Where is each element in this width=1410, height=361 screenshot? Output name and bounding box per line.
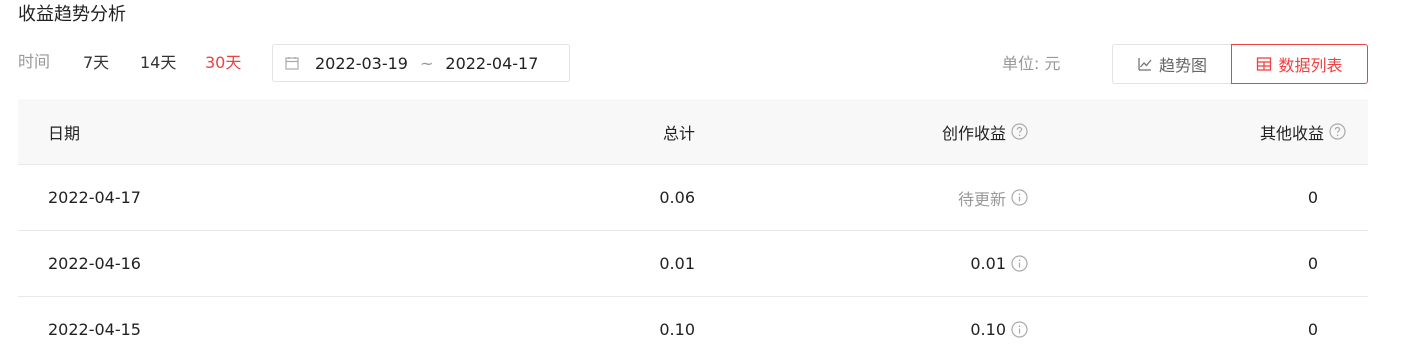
row-creation-value: 0.01 bbox=[970, 254, 1006, 273]
row-other: 0 bbox=[1307, 320, 1318, 339]
row-creation-value: 0.10 bbox=[970, 320, 1006, 339]
date-separator: ~ bbox=[419, 53, 434, 73]
row-other: 0 bbox=[1307, 188, 1318, 207]
row-creation-value: 待更新 bbox=[957, 189, 1006, 209]
row-total: 0.06 bbox=[659, 188, 695, 207]
range-30-days-button[interactable]: 30天 bbox=[205, 53, 241, 73]
unit-label: 单位: 元 bbox=[1002, 54, 1061, 73]
question-circle-icon[interactable] bbox=[1011, 123, 1028, 140]
row-creation: 待更新 bbox=[958, 165, 1028, 230]
row-total: 0.10 bbox=[659, 320, 695, 339]
table-row: 2022-04-16 0.01 0.01 0 bbox=[18, 231, 1368, 297]
view-toggle: 趋势图 数据列表 bbox=[1112, 44, 1368, 84]
row-date: 2022-04-16 bbox=[48, 254, 141, 273]
date-end: 2022-04-17 bbox=[445, 53, 539, 73]
row-other: 0 bbox=[1307, 254, 1318, 273]
data-list-label: 数据列表 bbox=[1278, 56, 1343, 75]
question-circle-icon[interactable] bbox=[1329, 123, 1346, 140]
time-filter-label: 时间 bbox=[18, 52, 51, 71]
trend-chart-button[interactable]: 趋势图 bbox=[1112, 44, 1231, 84]
row-total: 0.01 bbox=[659, 254, 695, 273]
info-circle-icon[interactable] bbox=[1011, 321, 1028, 338]
range-7-days-button[interactable]: 7天 bbox=[83, 53, 109, 73]
info-circle-icon[interactable] bbox=[1011, 189, 1028, 206]
table-row: 2022-04-15 0.10 0.10 0 bbox=[18, 297, 1368, 361]
column-header-creation-label: 创作收益 bbox=[941, 123, 1006, 143]
page-title: 收益趋势分析 bbox=[18, 4, 126, 25]
calendar-icon bbox=[285, 56, 299, 70]
row-date: 2022-04-17 bbox=[48, 188, 141, 207]
row-creation: 0.01 bbox=[970, 231, 1028, 296]
info-circle-icon[interactable] bbox=[1011, 255, 1028, 272]
column-header-other-label: 其他收益 bbox=[1259, 123, 1324, 143]
table-row: 2022-04-17 0.06 待更新 0 bbox=[18, 165, 1368, 231]
column-header-total: 总计 bbox=[662, 123, 695, 143]
row-date: 2022-04-15 bbox=[48, 320, 141, 339]
column-header-other: 其他收益 bbox=[1260, 99, 1346, 164]
date-range-picker[interactable]: 2022-03-19 ~ 2022-04-17 bbox=[272, 44, 570, 82]
revenue-table: 日期 总计 创作收益 其他收益 2022-04-17 0.06 待更新 0 20… bbox=[18, 99, 1368, 361]
column-header-creation: 创作收益 bbox=[942, 99, 1028, 164]
revenue-trend-panel: 收益趋势分析 时间 7天 14天 30天 2022-03-19 ~ 2022-0… bbox=[0, 0, 1410, 361]
data-list-button[interactable]: 数据列表 bbox=[1231, 44, 1368, 84]
table-icon bbox=[1256, 56, 1272, 72]
date-start: 2022-03-19 bbox=[315, 53, 408, 73]
column-header-date: 日期 bbox=[48, 123, 81, 143]
row-creation: 0.10 bbox=[970, 297, 1028, 361]
range-14-days-button[interactable]: 14天 bbox=[140, 53, 176, 73]
trend-chart-label: 趋势图 bbox=[1158, 56, 1207, 75]
line-chart-icon bbox=[1137, 56, 1153, 72]
table-header: 日期 总计 创作收益 其他收益 bbox=[18, 99, 1368, 165]
